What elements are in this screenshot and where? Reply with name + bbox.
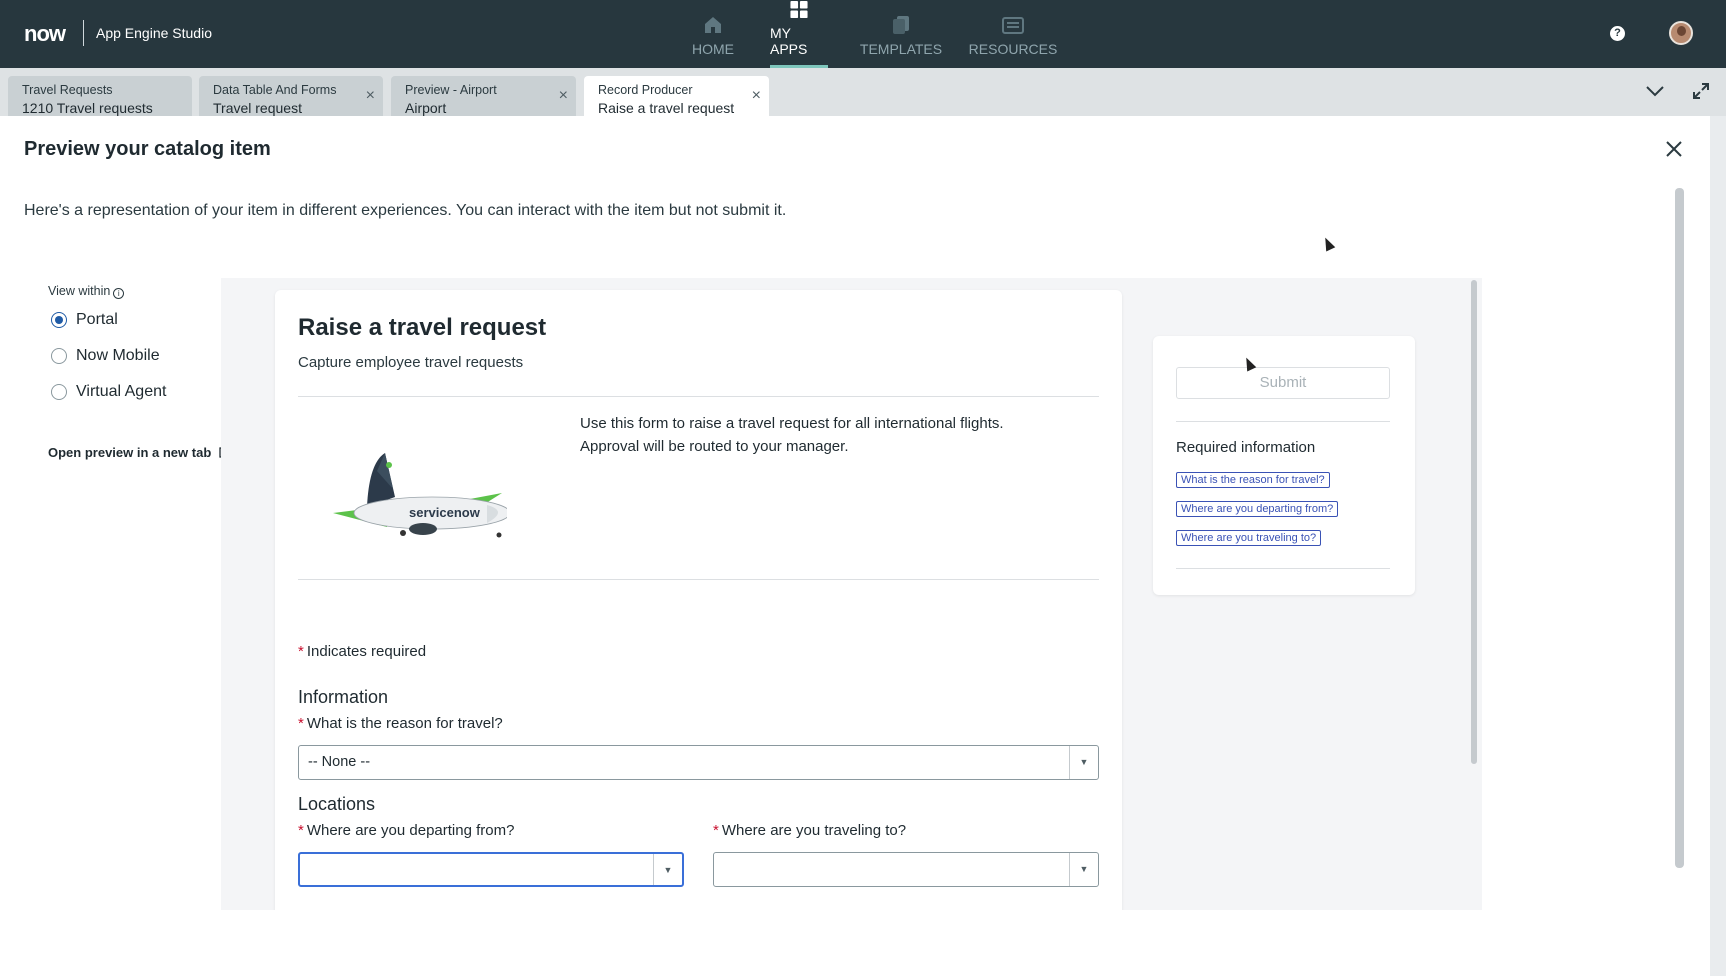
select-value: -- None -- bbox=[308, 754, 371, 770]
form-description: Use this form to raise a travel request … bbox=[580, 412, 1050, 458]
form-description-line-1: Use this form to raise a travel request … bbox=[580, 415, 1004, 432]
nav-my-apps[interactable]: MY APPS bbox=[770, 0, 828, 68]
close-icon[interactable] bbox=[1665, 140, 1683, 158]
help-icon[interactable]: ? bbox=[1610, 26, 1625, 41]
dropdown-arrow-icon[interactable]: ▼ bbox=[1069, 853, 1098, 886]
tab-subtitle: 1210 Travel requests bbox=[22, 100, 153, 116]
radio-label: Portal bbox=[76, 311, 118, 328]
close-tab-icon[interactable]: × bbox=[752, 87, 761, 105]
required-asterisk: * bbox=[298, 715, 304, 732]
nav-templates[interactable]: TEMPLATES bbox=[860, 0, 942, 68]
radio-label: Now Mobile bbox=[76, 347, 160, 364]
submit-panel: Submit Required information What is the … bbox=[1153, 336, 1415, 595]
question-text: Where are you traveling to? bbox=[721, 822, 907, 839]
close-tab-icon[interactable]: × bbox=[559, 87, 568, 105]
preview-scrollbar[interactable] bbox=[1471, 280, 1477, 764]
tab-subtitle: Raise a travel request bbox=[598, 100, 735, 116]
open-preview-text: Open preview in a new tab bbox=[48, 445, 212, 460]
servicenow-logo[interactable]: now bbox=[24, 21, 66, 47]
required-asterisk: * bbox=[298, 643, 304, 660]
preview-modal: Preview your catalog item Here's a repre… bbox=[0, 116, 1710, 910]
templates-icon bbox=[893, 16, 909, 34]
tab-title: Record Producer bbox=[598, 83, 693, 97]
required-link-departing[interactable]: Where are you departing from? bbox=[1176, 501, 1339, 517]
nav-resources[interactable]: RESOURCES bbox=[969, 0, 1057, 68]
form-subtitle: Capture employee travel requests bbox=[298, 354, 524, 371]
departing-select[interactable]: ▼ bbox=[298, 852, 684, 887]
dropdown-arrow-icon[interactable]: ▼ bbox=[653, 854, 682, 885]
required-asterisk: * bbox=[713, 822, 719, 839]
tab-title: Travel Requests bbox=[22, 83, 113, 97]
section-information: Information bbox=[298, 687, 389, 707]
view-within-text: View within bbox=[48, 284, 111, 298]
resources-icon bbox=[1002, 17, 1024, 34]
page-description: Here's a representation of your item in … bbox=[24, 202, 787, 219]
divider bbox=[298, 396, 1099, 397]
divider bbox=[1176, 421, 1390, 422]
tab-record-producer[interactable]: Record Producer Raise a travel request × bbox=[584, 76, 769, 116]
tab-travel-requests[interactable]: Travel Requests 1210 Travel requests bbox=[8, 76, 192, 116]
question-text: What is the reason for travel? bbox=[306, 715, 503, 732]
window-scrollbar-track[interactable] bbox=[1710, 116, 1726, 976]
submit-button[interactable]: Submit bbox=[1176, 367, 1390, 399]
tab-subtitle: Airport bbox=[405, 100, 447, 116]
airplane-image: servicenow bbox=[333, 453, 507, 538]
form-title: Raise a travel request bbox=[298, 314, 547, 341]
tab-data-table-and-forms[interactable]: Data Table And Forms Travel request × bbox=[199, 76, 383, 116]
tab-subtitle: Travel request bbox=[213, 100, 302, 116]
svg-text:servicenow: servicenow bbox=[409, 505, 481, 520]
divider bbox=[298, 579, 1099, 580]
tab-title: Preview - Airport bbox=[405, 83, 497, 97]
nav-resources-label: RESOURCES bbox=[968, 41, 1058, 57]
required-note: * Indicates required bbox=[298, 643, 426, 660]
required-info-title: Required information bbox=[1176, 439, 1316, 456]
radio-button[interactable] bbox=[51, 384, 67, 400]
portal-preview-area: Raise a travel request Capture employee … bbox=[221, 278, 1482, 910]
close-tab-icon[interactable]: × bbox=[366, 87, 375, 105]
logo-divider bbox=[83, 20, 84, 46]
view-within-label: View within i bbox=[48, 284, 125, 299]
tab-preview-airport[interactable]: Preview - Airport Airport × bbox=[391, 76, 576, 116]
nav-templates-label: TEMPLATES bbox=[859, 41, 943, 57]
required-link-traveling[interactable]: Where are you traveling to? bbox=[1176, 530, 1322, 546]
required-asterisk: * bbox=[298, 822, 304, 839]
home-icon bbox=[705, 17, 721, 33]
tab-title: Data Table And Forms bbox=[213, 83, 337, 97]
question-departing-label: * Where are you departing from? bbox=[298, 822, 514, 839]
app-name: App Engine Studio bbox=[96, 25, 212, 41]
radio-portal[interactable]: Portal bbox=[51, 311, 118, 329]
nav-my-apps-label: MY APPS bbox=[770, 25, 808, 57]
info-icon[interactable]: i bbox=[113, 288, 125, 299]
expand-icon[interactable] bbox=[1692, 82, 1710, 100]
nav-home-label: HOME bbox=[692, 41, 734, 57]
tab-strip: Travel Requests 1210 Travel requests Dat… bbox=[0, 68, 1726, 116]
radio-now-mobile[interactable]: Now Mobile bbox=[51, 347, 160, 365]
reason-select[interactable]: -- None -- ▼ bbox=[298, 745, 1099, 780]
question-reason-label: * What is the reason for travel? bbox=[298, 715, 503, 732]
form-description-line-2: Approval will be routed to your manager. bbox=[580, 438, 849, 455]
required-link-reason[interactable]: What is the reason for travel? bbox=[1176, 472, 1330, 488]
catalog-form-card: Raise a travel request Capture employee … bbox=[275, 290, 1122, 910]
open-preview-link[interactable]: Open preview in a new tab bbox=[48, 445, 230, 460]
radio-virtual-agent[interactable]: Virtual Agent bbox=[51, 383, 166, 401]
avatar-face bbox=[1677, 26, 1686, 36]
modal-scrollbar[interactable] bbox=[1675, 188, 1684, 868]
section-locations: Locations bbox=[298, 794, 376, 814]
top-navigation-bar: now App Engine Studio HOME MY APPS TEMPL… bbox=[0, 0, 1726, 68]
required-note-text: Indicates required bbox=[306, 643, 427, 660]
avatar[interactable] bbox=[1669, 21, 1693, 45]
dropdown-arrow-icon[interactable]: ▼ bbox=[1069, 746, 1098, 779]
nav-home[interactable]: HOME bbox=[690, 0, 736, 68]
traveling-select[interactable]: ▼ bbox=[713, 852, 1099, 887]
grid-icon bbox=[790, 0, 808, 19]
divider bbox=[1176, 568, 1390, 569]
radio-button-selected[interactable] bbox=[51, 312, 67, 328]
question-traveling-label: * Where are you traveling to? bbox=[713, 822, 906, 839]
page-title: Preview your catalog item bbox=[24, 138, 271, 160]
question-text: Where are you departing from? bbox=[306, 822, 515, 839]
radio-button[interactable] bbox=[51, 348, 67, 364]
chevron-down-icon[interactable] bbox=[1645, 85, 1665, 97]
radio-label: Virtual Agent bbox=[76, 383, 167, 400]
online-status-dot bbox=[1687, 39, 1691, 43]
